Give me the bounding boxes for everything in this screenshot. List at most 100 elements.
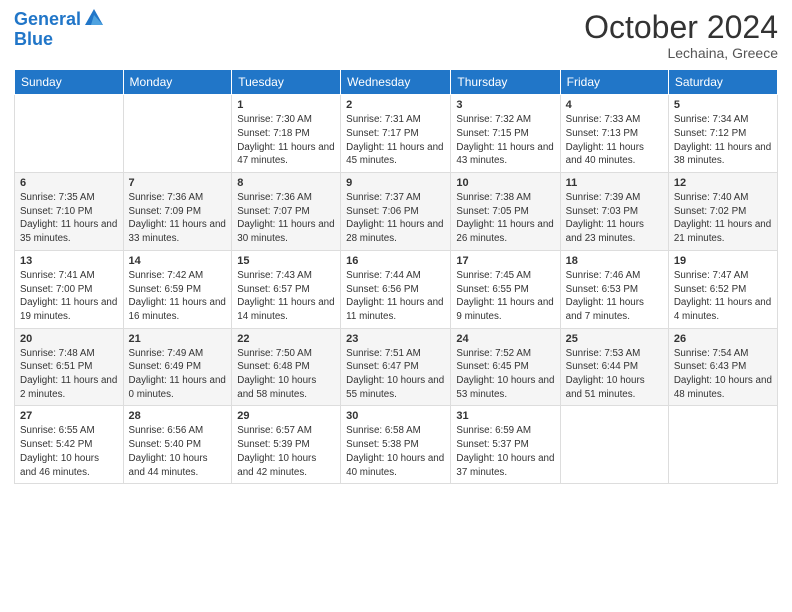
table-row (15, 95, 124, 173)
day-number: 1 (237, 99, 335, 111)
day-number: 14 (129, 255, 227, 267)
day-number: 13 (20, 255, 118, 267)
day-number: 29 (237, 410, 335, 422)
table-row: 8 Sunrise: 7:36 AM Sunset: 7:07 PM Daylig… (232, 173, 341, 251)
logo-text-line2: Blue (14, 30, 105, 50)
day-number: 30 (346, 410, 445, 422)
day-number: 12 (674, 177, 772, 189)
day-info: Sunrise: 7:36 AM Sunset: 7:07 PM Dayligh… (237, 191, 335, 246)
table-row: 5 Sunrise: 7:34 AM Sunset: 7:12 PM Daylig… (668, 95, 777, 173)
table-row: 15 Sunrise: 7:43 AM Sunset: 6:57 PM Dayli… (232, 250, 341, 328)
header-sunday: Sunday (15, 70, 124, 95)
day-info: Sunrise: 7:32 AM Sunset: 7:15 PM Dayligh… (456, 113, 554, 168)
day-number: 24 (456, 333, 554, 345)
day-info: Sunrise: 7:35 AM Sunset: 7:10 PM Dayligh… (20, 191, 118, 246)
table-row: 27 Sunrise: 6:55 AM Sunset: 5:42 PM Dayli… (15, 406, 124, 484)
day-info: Sunrise: 7:43 AM Sunset: 6:57 PM Dayligh… (237, 269, 335, 324)
day-number: 27 (20, 410, 118, 422)
day-info: Sunrise: 7:49 AM Sunset: 6:49 PM Dayligh… (129, 347, 227, 402)
table-row: 6 Sunrise: 7:35 AM Sunset: 7:10 PM Daylig… (15, 173, 124, 251)
day-number: 6 (20, 177, 118, 189)
calendar-week-row: 6 Sunrise: 7:35 AM Sunset: 7:10 PM Daylig… (15, 173, 778, 251)
day-info: Sunrise: 7:31 AM Sunset: 7:17 PM Dayligh… (346, 113, 445, 168)
logo-icon (83, 7, 105, 29)
day-number: 23 (346, 333, 445, 345)
day-info: Sunrise: 7:48 AM Sunset: 6:51 PM Dayligh… (20, 347, 118, 402)
day-info: Sunrise: 6:59 AM Sunset: 5:37 PM Dayligh… (456, 424, 554, 479)
table-row: 28Sunrise: 6:56 AM Sunset: 5:40 PM Dayli… (123, 406, 232, 484)
table-row: 7Sunrise: 7:36 AM Sunset: 7:09 PM Daylig… (123, 173, 232, 251)
calendar-week-row: 13Sunrise: 7:41 AM Sunset: 7:00 PM Dayli… (15, 250, 778, 328)
day-number: 17 (456, 255, 554, 267)
header-friday: Friday (560, 70, 668, 95)
day-info: Sunrise: 7:34 AM Sunset: 7:12 PM Dayligh… (674, 113, 772, 168)
table-row (123, 95, 232, 173)
day-info: Sunrise: 7:47 AM Sunset: 6:52 PM Dayligh… (674, 269, 772, 324)
table-row: 3 Sunrise: 7:32 AM Sunset: 7:15 PM Daylig… (451, 95, 560, 173)
table-row: 1 Sunrise: 7:30 AM Sunset: 7:18 PM Daylig… (232, 95, 341, 173)
day-info: Sunrise: 7:39 AM Sunset: 7:03 PM Dayligh… (566, 191, 663, 246)
day-info: Sunrise: 7:30 AM Sunset: 7:18 PM Dayligh… (237, 113, 335, 168)
table-row: 12 Sunrise: 7:40 AM Sunset: 7:02 PM Dayli… (668, 173, 777, 251)
day-number: 18 (566, 255, 663, 267)
calendar-week-row: 27 Sunrise: 6:55 AM Sunset: 5:42 PM Dayli… (15, 406, 778, 484)
day-number: 4 (566, 99, 663, 111)
day-info: Sunrise: 7:44 AM Sunset: 6:56 PM Dayligh… (346, 269, 445, 324)
table-row: 31 Sunrise: 6:59 AM Sunset: 5:37 PM Dayli… (451, 406, 560, 484)
day-info: Sunrise: 7:53 AM Sunset: 6:44 PM Dayligh… (566, 347, 663, 402)
header-tuesday: Tuesday (232, 70, 341, 95)
day-info: Sunrise: 7:54 AM Sunset: 6:43 PM Dayligh… (674, 347, 772, 402)
day-number: 26 (674, 333, 772, 345)
day-info: Sunrise: 7:50 AM Sunset: 6:48 PM Dayligh… (237, 347, 335, 402)
header-saturday: Saturday (668, 70, 777, 95)
calendar-table: Sunday Monday Tuesday Wednesday Thursday… (14, 69, 778, 484)
day-number: 16 (346, 255, 445, 267)
day-number: 31 (456, 410, 554, 422)
day-number: 7 (129, 177, 227, 189)
day-number: 28 (129, 410, 227, 422)
day-info: Sunrise: 7:37 AM Sunset: 7:06 PM Dayligh… (346, 191, 445, 246)
table-row: 20 Sunrise: 7:48 AM Sunset: 6:51 PM Dayli… (15, 328, 124, 406)
page: General Blue October 2024 Lechaina, Gree… (0, 0, 792, 612)
logo: General Blue (14, 10, 105, 50)
day-number: 3 (456, 99, 554, 111)
table-row: 19 Sunrise: 7:47 AM Sunset: 6:52 PM Dayli… (668, 250, 777, 328)
table-row: 11 Sunrise: 7:39 AM Sunset: 7:03 PM Dayli… (560, 173, 668, 251)
header: General Blue October 2024 Lechaina, Gree… (14, 10, 778, 61)
table-row: 9Sunrise: 7:37 AM Sunset: 7:06 PM Daylig… (341, 173, 451, 251)
table-row: 17 Sunrise: 7:45 AM Sunset: 6:55 PM Dayli… (451, 250, 560, 328)
day-number: 11 (566, 177, 663, 189)
table-row: 29 Sunrise: 6:57 AM Sunset: 5:39 PM Dayli… (232, 406, 341, 484)
day-info: Sunrise: 7:46 AM Sunset: 6:53 PM Dayligh… (566, 269, 663, 324)
day-info: Sunrise: 6:58 AM Sunset: 5:38 PM Dayligh… (346, 424, 445, 479)
day-info: Sunrise: 7:52 AM Sunset: 6:45 PM Dayligh… (456, 347, 554, 402)
day-number: 21 (129, 333, 227, 345)
table-row: 4 Sunrise: 7:33 AM Sunset: 7:13 PM Daylig… (560, 95, 668, 173)
day-info: Sunrise: 7:40 AM Sunset: 7:02 PM Dayligh… (674, 191, 772, 246)
day-info: Sunrise: 6:55 AM Sunset: 5:42 PM Dayligh… (20, 424, 118, 479)
table-row: 22 Sunrise: 7:50 AM Sunset: 6:48 PM Dayli… (232, 328, 341, 406)
day-info: Sunrise: 7:38 AM Sunset: 7:05 PM Dayligh… (456, 191, 554, 246)
day-number: 25 (566, 333, 663, 345)
day-number: 15 (237, 255, 335, 267)
day-info: Sunrise: 7:42 AM Sunset: 6:59 PM Dayligh… (129, 269, 227, 324)
day-number: 20 (20, 333, 118, 345)
day-info: Sunrise: 7:45 AM Sunset: 6:55 PM Dayligh… (456, 269, 554, 324)
table-row: 18 Sunrise: 7:46 AM Sunset: 6:53 PM Dayli… (560, 250, 668, 328)
table-row: 23Sunrise: 7:51 AM Sunset: 6:47 PM Dayli… (341, 328, 451, 406)
day-info: Sunrise: 7:33 AM Sunset: 7:13 PM Dayligh… (566, 113, 663, 168)
day-number: 22 (237, 333, 335, 345)
day-number: 19 (674, 255, 772, 267)
table-row (560, 406, 668, 484)
calendar-week-row: 1 Sunrise: 7:30 AM Sunset: 7:18 PM Daylig… (15, 95, 778, 173)
day-number: 8 (237, 177, 335, 189)
table-row: 10 Sunrise: 7:38 AM Sunset: 7:05 PM Dayli… (451, 173, 560, 251)
table-row: 14 Sunrise: 7:42 AM Sunset: 6:59 PM Dayli… (123, 250, 232, 328)
day-number: 5 (674, 99, 772, 111)
day-number: 2 (346, 99, 445, 111)
day-info: Sunrise: 6:57 AM Sunset: 5:39 PM Dayligh… (237, 424, 335, 479)
table-row: 25 Sunrise: 7:53 AM Sunset: 6:44 PM Dayli… (560, 328, 668, 406)
day-number: 10 (456, 177, 554, 189)
header-wednesday: Wednesday (341, 70, 451, 95)
calendar-week-row: 20 Sunrise: 7:48 AM Sunset: 6:51 PM Dayli… (15, 328, 778, 406)
